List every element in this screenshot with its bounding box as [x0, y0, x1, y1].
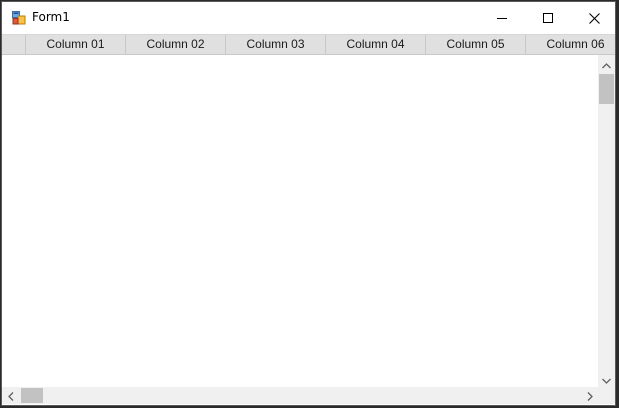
app-form-icon	[12, 10, 26, 25]
row-header-corner[interactable]	[2, 35, 26, 54]
scroll-left-button[interactable]	[2, 387, 19, 404]
horizontal-scroll-thumb[interactable]	[21, 388, 43, 403]
scroll-down-button[interactable]	[598, 370, 615, 387]
scrollbar-corner	[598, 387, 615, 404]
column-header[interactable]: Column 02	[126, 35, 226, 54]
chevron-left-icon	[7, 386, 14, 405]
column-header[interactable]: Column 06	[526, 35, 615, 54]
column-header[interactable]: Column 05	[426, 35, 526, 54]
chevron-down-icon	[602, 369, 611, 388]
minimize-button[interactable]	[479, 2, 525, 34]
chevron-right-icon	[587, 386, 593, 405]
column-header[interactable]: Column 01	[26, 35, 126, 54]
vertical-scrollbar[interactable]	[598, 55, 615, 387]
minimize-icon	[497, 13, 507, 23]
title-bar[interactable]: Form1	[2, 2, 615, 34]
grid-rows-area[interactable]	[2, 55, 598, 387]
column-header[interactable]: Column 04	[326, 35, 426, 54]
vertical-scroll-thumb[interactable]	[599, 74, 614, 104]
column-header-row: Column 01 Column 02 Column 03 Column 04 …	[2, 34, 615, 55]
scroll-right-button[interactable]	[581, 387, 598, 404]
window-title: Form1	[32, 10, 70, 24]
data-grid-view[interactable]: Column 01 Column 02 Column 03 Column 04 …	[2, 34, 615, 405]
scroll-up-button[interactable]	[598, 55, 615, 72]
maximize-button[interactable]	[525, 2, 571, 34]
horizontal-scrollbar[interactable]	[2, 387, 598, 404]
form-window: Form1 Column 01 Column 02 Column 03 Colu…	[1, 1, 616, 406]
close-button[interactable]	[571, 2, 615, 34]
close-icon	[588, 12, 600, 24]
chevron-up-icon	[602, 54, 611, 73]
maximize-icon	[543, 13, 553, 23]
column-header[interactable]: Column 03	[226, 35, 326, 54]
